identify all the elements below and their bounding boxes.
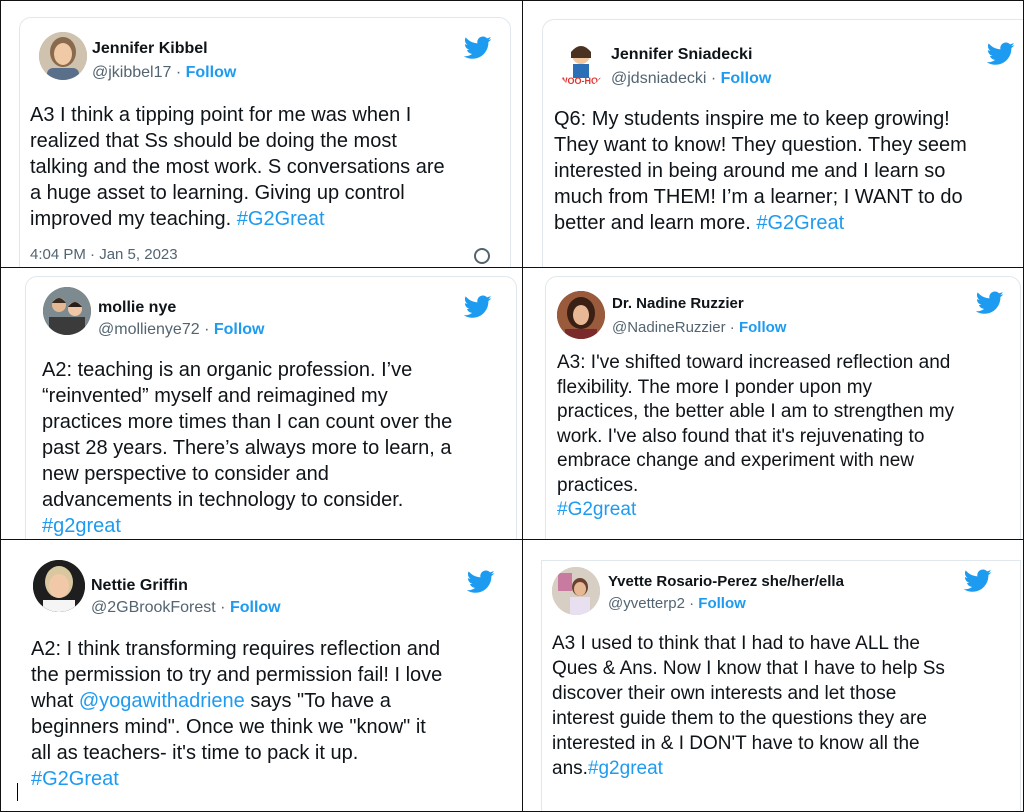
avatar[interactable] xyxy=(557,291,605,339)
author-handle-line: @mollienye72 · Follow xyxy=(98,321,265,338)
tweet-text: A3 I used to think that I had to have AL… xyxy=(552,633,945,779)
author-handle[interactable]: @jdsniadecki xyxy=(611,70,706,87)
follow-button[interactable]: Follow xyxy=(721,70,772,87)
author-handle-line: @yvetterp2 · Follow xyxy=(608,595,746,612)
tweet-text: A3: I've shifted toward increased reflec… xyxy=(557,351,1017,523)
author-name[interactable]: mollie nye xyxy=(98,299,176,317)
twitter-bird-icon[interactable] xyxy=(467,570,495,594)
tweet-cell-yvetterp2: Yvette Rosario-Perez she/her/ella @yvett… xyxy=(523,540,1023,811)
tweet-cell-jdsniadecki: WOO-HOO Jennifer Sniadecki @jdsniadecki … xyxy=(523,1,1023,267)
author-name[interactable]: Yvette Rosario-Perez she/her/ella xyxy=(608,573,844,590)
tweet-card[interactable]: mollie nye @mollienye72 · Follow A2: tea… xyxy=(25,276,517,539)
mention-link[interactable]: @yogawithadriene xyxy=(79,690,245,712)
tweet-cell-mollienye: mollie nye @mollienye72 · Follow A2: tea… xyxy=(1,268,522,539)
avatar[interactable] xyxy=(33,560,85,612)
tweet-text: A2: I think transforming requires reflec… xyxy=(31,636,511,792)
hashtag-link[interactable]: #g2great xyxy=(588,758,663,779)
tweet-text: Q6: My students inspire me to keep growi… xyxy=(554,108,967,234)
tweet-cell-2gbrookforest: Nettie Griffin @2GBrookForest · Follow A… xyxy=(1,540,522,811)
author-handle-line: @2GBrookForest · Follow xyxy=(91,599,281,616)
author-handle[interactable]: @2GBrookForest xyxy=(91,599,216,616)
tweet-grid: Jennifer Kibbel @jkibbel17 · Follow A3 I… xyxy=(0,0,1024,812)
hashtag-link[interactable]: #G2Great xyxy=(237,208,325,230)
avatar[interactable]: WOO-HOO xyxy=(557,40,605,88)
svg-text:WOO-HOO: WOO-HOO xyxy=(559,76,605,86)
author-handle[interactable]: @mollienye72 xyxy=(98,321,200,338)
author-name[interactable]: Jennifer Kibbel xyxy=(92,40,208,58)
info-icon[interactable] xyxy=(474,248,490,264)
tweet-text: A3 I think a tipping point for me was wh… xyxy=(30,104,445,230)
author-handle[interactable]: @NadineRuzzier xyxy=(612,319,726,336)
avatar[interactable] xyxy=(552,567,600,615)
tweet-card[interactable]: Jennifer Kibbel @jkibbel17 · Follow A3 I… xyxy=(19,17,511,267)
follow-button[interactable]: Follow xyxy=(186,64,237,81)
tweet-cell-jkibbel: Jennifer Kibbel @jkibbel17 · Follow A3 I… xyxy=(1,1,522,267)
tweet-card[interactable]: Yvette Rosario-Perez she/her/ella @yvett… xyxy=(541,560,1021,811)
tweet-card[interactable]: WOO-HOO Jennifer Sniadecki @jdsniadecki … xyxy=(542,19,1023,267)
text-cursor xyxy=(17,783,18,801)
twitter-bird-icon[interactable] xyxy=(464,295,492,319)
follow-button[interactable]: Follow xyxy=(698,595,746,612)
twitter-bird-icon[interactable] xyxy=(964,569,992,593)
follow-button[interactable]: Follow xyxy=(739,319,787,336)
hashtag-link[interactable]: #G2Great xyxy=(31,766,511,792)
hashtag-link[interactable]: #G2great xyxy=(557,498,1017,523)
author-handle-line: @NadineRuzzier · Follow xyxy=(612,319,787,336)
author-name[interactable]: Dr. Nadine Ruzzier xyxy=(612,295,744,312)
twitter-bird-icon[interactable] xyxy=(987,42,1015,66)
follow-button[interactable]: Follow xyxy=(230,599,281,616)
follow-button[interactable]: Follow xyxy=(214,321,265,338)
hashtag-link[interactable]: #g2great xyxy=(42,513,512,539)
tweet-card[interactable]: Dr. Nadine Ruzzier @NadineRuzzier · Foll… xyxy=(545,276,1021,539)
author-handle[interactable]: @jkibbel17 xyxy=(92,64,171,81)
twitter-bird-icon[interactable] xyxy=(976,291,1004,315)
timestamp[interactable]: 4:04 PM · Jan 5, 2023 xyxy=(30,246,178,263)
hashtag-link[interactable]: #G2Great xyxy=(756,212,844,234)
twitter-bird-icon[interactable] xyxy=(464,36,492,60)
author-name[interactable]: Jennifer Sniadecki xyxy=(611,46,752,64)
avatar[interactable] xyxy=(39,32,87,80)
tweet-text: A2: teaching is an organic profession. I… xyxy=(42,357,512,539)
author-handle-line: @jdsniadecki · Follow xyxy=(611,70,772,87)
avatar[interactable] xyxy=(43,287,91,335)
author-name[interactable]: Nettie Griffin xyxy=(91,577,188,595)
author-handle-line: @jkibbel17 · Follow xyxy=(92,64,237,81)
tweet-card[interactable]: Nettie Griffin @2GBrookForest · Follow A… xyxy=(17,548,515,811)
tweet-cell-nadineruzzier: Dr. Nadine Ruzzier @NadineRuzzier · Foll… xyxy=(523,268,1023,539)
author-handle[interactable]: @yvetterp2 xyxy=(608,595,685,612)
